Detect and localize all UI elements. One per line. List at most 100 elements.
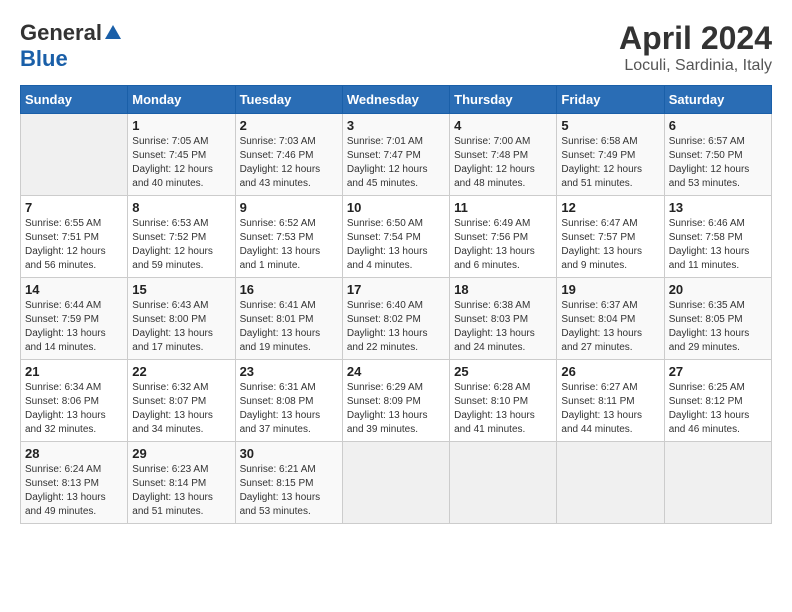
- day-number: 26: [561, 364, 659, 379]
- day-number: 20: [669, 282, 767, 297]
- day-detail: Sunrise: 6:49 AM Sunset: 7:56 PM Dayligh…: [454, 217, 552, 273]
- day-detail: Sunrise: 6:37 AM Sunset: 8:04 PM Dayligh…: [561, 299, 659, 355]
- day-detail: Sunrise: 6:41 AM Sunset: 8:01 PM Dayligh…: [240, 299, 338, 355]
- day-detail: Sunrise: 6:31 AM Sunset: 8:08 PM Dayligh…: [240, 381, 338, 437]
- day-detail: Sunrise: 6:46 AM Sunset: 7:58 PM Dayligh…: [669, 217, 767, 273]
- logo-blue-text: Blue: [20, 46, 68, 72]
- day-number: 15: [132, 282, 230, 297]
- day-detail: Sunrise: 6:47 AM Sunset: 7:57 PM Dayligh…: [561, 217, 659, 273]
- day-detail: Sunrise: 6:28 AM Sunset: 8:10 PM Dayligh…: [454, 381, 552, 437]
- day-number: 13: [669, 200, 767, 215]
- day-of-week-header: Friday: [557, 86, 664, 114]
- calendar-week-row: 21 Sunrise: 6:34 AM Sunset: 8:06 PM Dayli…: [21, 360, 772, 442]
- title-block: April 2024 Loculi, Sardinia, Italy: [619, 20, 772, 75]
- day-detail: Sunrise: 6:27 AM Sunset: 8:11 PM Dayligh…: [561, 381, 659, 437]
- day-detail: Sunrise: 6:53 AM Sunset: 7:52 PM Dayligh…: [132, 217, 230, 273]
- day-number: 6: [669, 118, 767, 133]
- day-detail: Sunrise: 6:50 AM Sunset: 7:54 PM Dayligh…: [347, 217, 445, 273]
- calendar-cell: 5 Sunrise: 6:58 AM Sunset: 7:49 PM Daylig…: [557, 114, 664, 196]
- calendar-cell: 15 Sunrise: 6:43 AM Sunset: 8:00 PM Dayli…: [128, 278, 235, 360]
- day-of-week-header: Saturday: [664, 86, 771, 114]
- day-number: 16: [240, 282, 338, 297]
- day-detail: Sunrise: 7:03 AM Sunset: 7:46 PM Dayligh…: [240, 135, 338, 191]
- day-number: 27: [669, 364, 767, 379]
- day-detail: Sunrise: 6:38 AM Sunset: 8:03 PM Dayligh…: [454, 299, 552, 355]
- day-number: 22: [132, 364, 230, 379]
- day-number: 18: [454, 282, 552, 297]
- calendar-cell: 6 Sunrise: 6:57 AM Sunset: 7:50 PM Daylig…: [664, 114, 771, 196]
- day-number: 8: [132, 200, 230, 215]
- calendar-cell: 2 Sunrise: 7:03 AM Sunset: 7:46 PM Daylig…: [235, 114, 342, 196]
- day-detail: Sunrise: 6:40 AM Sunset: 8:02 PM Dayligh…: [347, 299, 445, 355]
- calendar-cell: 17 Sunrise: 6:40 AM Sunset: 8:02 PM Dayli…: [342, 278, 449, 360]
- day-number: 24: [347, 364, 445, 379]
- calendar-header-row: SundayMondayTuesdayWednesdayThursdayFrid…: [21, 86, 772, 114]
- day-number: 23: [240, 364, 338, 379]
- day-number: 5: [561, 118, 659, 133]
- day-detail: Sunrise: 6:34 AM Sunset: 8:06 PM Dayligh…: [25, 381, 123, 437]
- calendar-cell: 4Sunrise: 7:00 AM Sunset: 7:48 PM Daylig…: [450, 114, 557, 196]
- calendar-cell: [450, 442, 557, 524]
- day-number: 1: [132, 118, 230, 133]
- day-detail: Sunrise: 6:21 AM Sunset: 8:15 PM Dayligh…: [240, 463, 338, 519]
- calendar-cell: 27Sunrise: 6:25 AM Sunset: 8:12 PM Dayli…: [664, 360, 771, 442]
- calendar-cell: [21, 114, 128, 196]
- calendar-cell: 12Sunrise: 6:47 AM Sunset: 7:57 PM Dayli…: [557, 196, 664, 278]
- day-number: 17: [347, 282, 445, 297]
- calendar-cell: 16 Sunrise: 6:41 AM Sunset: 8:01 PM Dayli…: [235, 278, 342, 360]
- calendar-cell: [557, 442, 664, 524]
- calendar-cell: 18 Sunrise: 6:38 AM Sunset: 8:03 PM Dayli…: [450, 278, 557, 360]
- calendar-week-row: 1 Sunrise: 7:05 AM Sunset: 7:45 PM Daylig…: [21, 114, 772, 196]
- day-number: 19: [561, 282, 659, 297]
- calendar-cell: 3 Sunrise: 7:01 AM Sunset: 7:47 PM Daylig…: [342, 114, 449, 196]
- day-detail: Sunrise: 6:43 AM Sunset: 8:00 PM Dayligh…: [132, 299, 230, 355]
- calendar-cell: 9Sunrise: 6:52 AM Sunset: 7:53 PM Daylig…: [235, 196, 342, 278]
- month-year-title: April 2024: [619, 20, 772, 57]
- day-of-week-header: Thursday: [450, 86, 557, 114]
- day-number: 10: [347, 200, 445, 215]
- calendar-cell: 13 Sunrise: 6:46 AM Sunset: 7:58 PM Dayli…: [664, 196, 771, 278]
- day-detail: Sunrise: 6:52 AM Sunset: 7:53 PM Dayligh…: [240, 217, 338, 273]
- day-number: 3: [347, 118, 445, 133]
- day-detail: Sunrise: 6:44 AM Sunset: 7:59 PM Dayligh…: [25, 299, 123, 355]
- day-detail: Sunrise: 6:57 AM Sunset: 7:50 PM Dayligh…: [669, 135, 767, 191]
- calendar-cell: 24 Sunrise: 6:29 AM Sunset: 8:09 PM Dayli…: [342, 360, 449, 442]
- day-number: 30: [240, 446, 338, 461]
- calendar-cell: 20Sunrise: 6:35 AM Sunset: 8:05 PM Dayli…: [664, 278, 771, 360]
- calendar-cell: 25 Sunrise: 6:28 AM Sunset: 8:10 PM Dayli…: [450, 360, 557, 442]
- page-header: General Blue April 2024 Loculi, Sardinia…: [20, 20, 772, 75]
- day-number: 25: [454, 364, 552, 379]
- calendar-cell: 26 Sunrise: 6:27 AM Sunset: 8:11 PM Dayli…: [557, 360, 664, 442]
- day-detail: Sunrise: 7:01 AM Sunset: 7:47 PM Dayligh…: [347, 135, 445, 191]
- day-detail: Sunrise: 6:24 AM Sunset: 8:13 PM Dayligh…: [25, 463, 123, 519]
- calendar-cell: 30 Sunrise: 6:21 AM Sunset: 8:15 PM Dayli…: [235, 442, 342, 524]
- day-number: 28: [25, 446, 123, 461]
- calendar-cell: [664, 442, 771, 524]
- calendar-table: SundayMondayTuesdayWednesdayThursdayFrid…: [20, 85, 772, 524]
- day-detail: Sunrise: 7:05 AM Sunset: 7:45 PM Dayligh…: [132, 135, 230, 191]
- calendar-week-row: 14Sunrise: 6:44 AM Sunset: 7:59 PM Dayli…: [21, 278, 772, 360]
- day-of-week-header: Monday: [128, 86, 235, 114]
- calendar-cell: 22Sunrise: 6:32 AM Sunset: 8:07 PM Dayli…: [128, 360, 235, 442]
- day-number: 11: [454, 200, 552, 215]
- calendar-cell: 11 Sunrise: 6:49 AM Sunset: 7:56 PM Dayli…: [450, 196, 557, 278]
- calendar-cell: 23 Sunrise: 6:31 AM Sunset: 8:08 PM Dayli…: [235, 360, 342, 442]
- day-number: 2: [240, 118, 338, 133]
- day-number: 21: [25, 364, 123, 379]
- calendar-cell: 10 Sunrise: 6:50 AM Sunset: 7:54 PM Dayli…: [342, 196, 449, 278]
- calendar-week-row: 7Sunrise: 6:55 AM Sunset: 7:51 PM Daylig…: [21, 196, 772, 278]
- calendar-week-row: 28 Sunrise: 6:24 AM Sunset: 8:13 PM Dayli…: [21, 442, 772, 524]
- day-number: 29: [132, 446, 230, 461]
- logo-icon: [103, 23, 123, 43]
- day-detail: Sunrise: 6:58 AM Sunset: 7:49 PM Dayligh…: [561, 135, 659, 191]
- calendar-cell: 1 Sunrise: 7:05 AM Sunset: 7:45 PM Daylig…: [128, 114, 235, 196]
- day-of-week-header: Wednesday: [342, 86, 449, 114]
- calendar-cell: 19 Sunrise: 6:37 AM Sunset: 8:04 PM Dayli…: [557, 278, 664, 360]
- calendar-cell: 29 Sunrise: 6:23 AM Sunset: 8:14 PM Dayli…: [128, 442, 235, 524]
- day-detail: Sunrise: 6:23 AM Sunset: 8:14 PM Dayligh…: [132, 463, 230, 519]
- calendar-cell: 28 Sunrise: 6:24 AM Sunset: 8:13 PM Dayli…: [21, 442, 128, 524]
- day-number: 4: [454, 118, 552, 133]
- calendar-cell: [342, 442, 449, 524]
- calendar-body: 1 Sunrise: 7:05 AM Sunset: 7:45 PM Daylig…: [21, 114, 772, 524]
- day-detail: Sunrise: 6:29 AM Sunset: 8:09 PM Dayligh…: [347, 381, 445, 437]
